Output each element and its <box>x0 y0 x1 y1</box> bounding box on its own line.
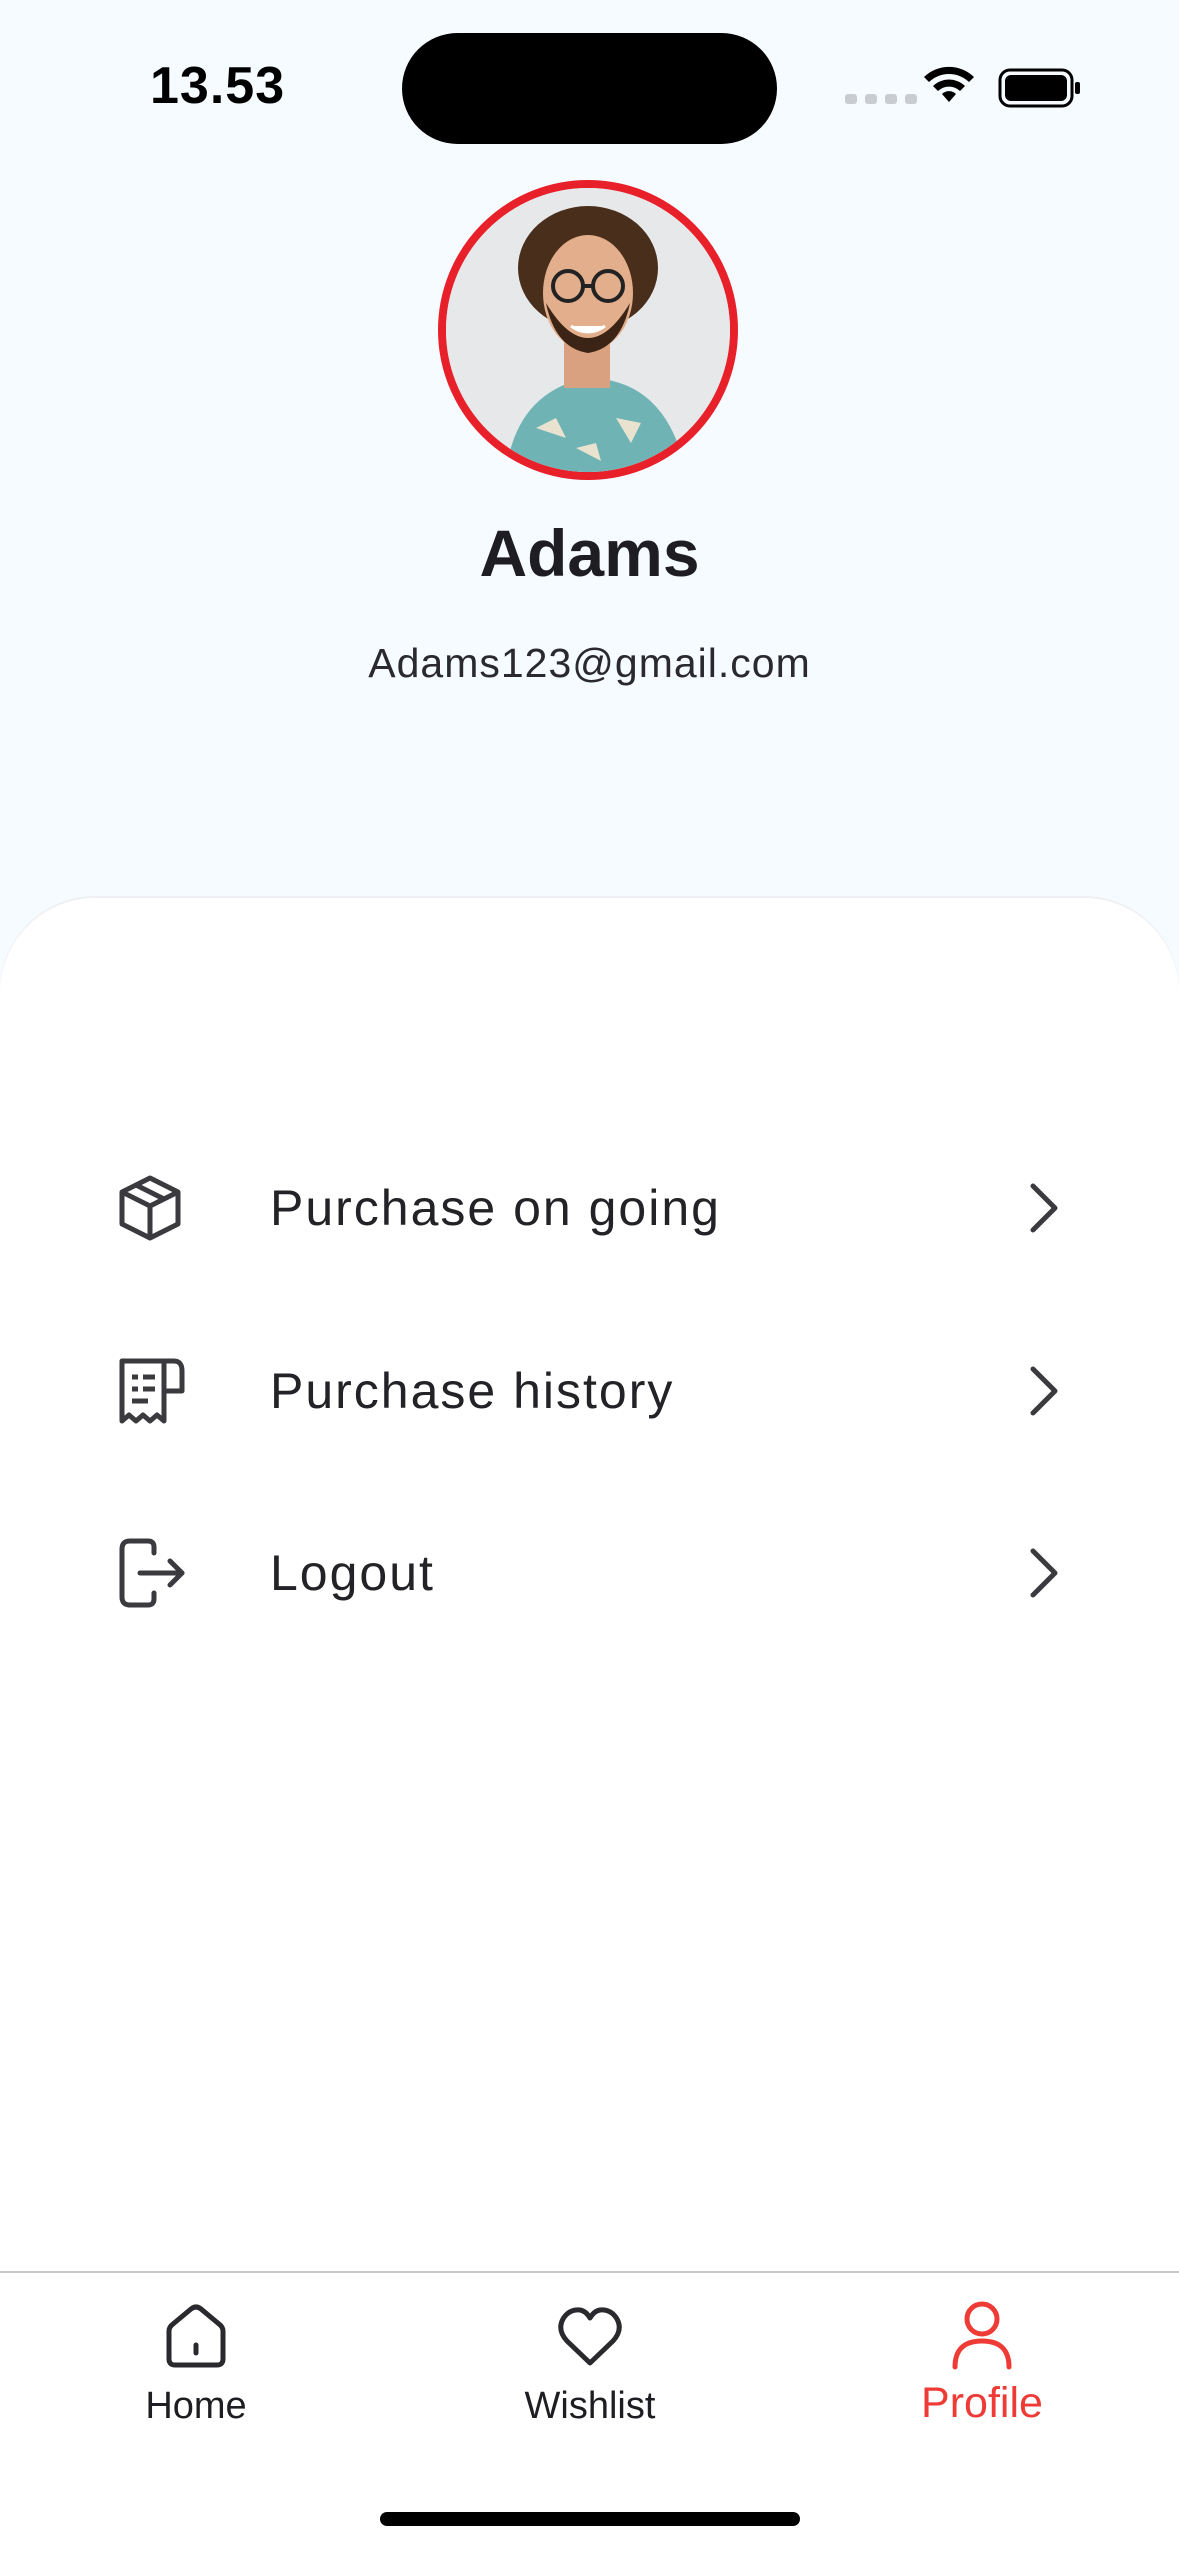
menu-item-purchase-on-going[interactable]: Purchase on going <box>0 1138 1179 1278</box>
cellular-signal-icon <box>845 94 917 104</box>
nav-item-home[interactable]: Home <box>46 2273 346 2473</box>
home-icon <box>166 2304 226 2368</box>
menu-item-label: Purchase on going <box>270 1180 721 1236</box>
profile-name: Adams <box>479 516 700 590</box>
nav-label-wishlist: Wishlist <box>524 2385 656 2427</box>
avatar[interactable] <box>438 180 738 480</box>
status-time: 13.53 <box>150 57 286 115</box>
nav-item-wishlist[interactable]: Wishlist <box>440 2273 740 2473</box>
menu-item-purchase-history[interactable]: Purchase history <box>0 1321 1179 1461</box>
wifi-icon <box>924 66 974 102</box>
user-icon <box>952 2301 1012 2370</box>
nav-label-home: Home <box>145 2385 247 2427</box>
chevron-right-icon <box>1030 1366 1058 1416</box>
receipt-icon <box>119 1358 185 1424</box>
battery-icon <box>998 68 1080 108</box>
nav-item-profile[interactable]: Profile <box>832 2273 1132 2473</box>
dynamic-island <box>402 33 777 144</box>
avatar-photo <box>446 188 730 472</box>
chevron-right-icon <box>1030 1548 1058 1598</box>
chevron-right-icon <box>1030 1183 1058 1233</box>
menu-item-label: Logout <box>270 1545 435 1601</box>
package-icon <box>119 1175 181 1241</box>
menu-sheet: Purchase on going Purchase history Logou… <box>0 898 1179 2272</box>
logout-icon <box>119 1538 185 1608</box>
nav-label-profile: Profile <box>921 2379 1043 2427</box>
profile-email: Adams123@gmail.com <box>368 640 811 686</box>
menu-item-label: Purchase history <box>270 1363 675 1419</box>
heart-icon <box>558 2307 622 2366</box>
menu-item-logout[interactable]: Logout <box>0 1503 1179 1643</box>
home-indicator[interactable] <box>380 2512 800 2526</box>
